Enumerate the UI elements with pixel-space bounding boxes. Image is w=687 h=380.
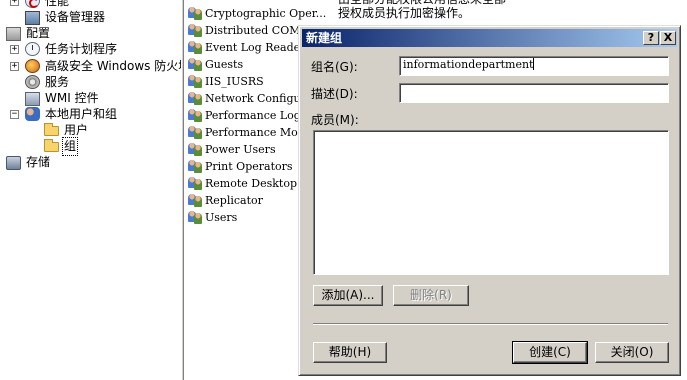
firewall-icon [25, 59, 40, 73]
list-item-name: Performance Log Users [205, 109, 300, 122]
remove-member-button[interactable]: 删除(R) [393, 285, 469, 306]
list-item-name: Remote Desktop Users [205, 177, 300, 190]
collapse-icon[interactable]: − [10, 110, 19, 119]
help-button[interactable]: 帮助(H) [313, 342, 387, 363]
group-name-field[interactable]: informationdepartment [399, 56, 669, 76]
list-item-name: Guests [205, 58, 244, 71]
tree-item-label: 任务计划程序 [45, 42, 118, 56]
group-icon [188, 91, 203, 105]
group-icon [188, 23, 203, 37]
add-member-button[interactable]: 添加(A)... [313, 285, 383, 306]
storage-icon [6, 156, 21, 170]
dialog-titlebar[interactable]: 新建组 ? X [302, 29, 677, 47]
tree-item-label: WMI 控件 [45, 91, 99, 105]
group-icon [188, 176, 203, 190]
group-icon [188, 193, 203, 207]
list-item-name: Network Configuration Operators [205, 92, 300, 105]
dialog-title: 新建组 [306, 31, 343, 45]
list-item-name: Replicator [205, 194, 263, 207]
tree-item-label: 用户 [64, 123, 89, 137]
list-item-name: Users [205, 211, 238, 224]
list-item-name: Power Users [205, 143, 276, 156]
configuration-icon [6, 27, 21, 41]
text-caret [533, 58, 535, 70]
list-item-name: Cryptographic Oper... [205, 7, 327, 20]
performance-icon [25, 0, 40, 8]
tree-item-label: 组 [61, 137, 79, 156]
tree-item-label: 高级安全 Windows 防火墙 [45, 59, 181, 73]
task-scheduler-icon [25, 42, 40, 56]
expand-icon[interactable]: + [10, 0, 19, 6]
list-item-name: Performance Monitor Users [205, 126, 300, 139]
console-tree: + 性能 设备管理器 配置 + 任务计划程序 + 高级安全 Windows 防火… [0, 0, 181, 380]
group-name-value: informationdepartment [403, 58, 534, 71]
group-icon [188, 40, 203, 54]
tree-item-label: 配置 [26, 26, 51, 40]
group-name-label: 组名(G): [311, 60, 358, 74]
close-icon[interactable]: X [660, 31, 676, 45]
list-item-name: Print Operators [205, 160, 293, 173]
services-icon [25, 75, 40, 89]
list-item-name: IIS_IUSRS [205, 75, 264, 88]
local-users-icon [25, 107, 40, 121]
description-field[interactable] [399, 83, 669, 103]
wmi-icon [25, 92, 40, 106]
group-icon [188, 142, 203, 156]
group-icon [188, 6, 203, 20]
tree-item-label: 服务 [45, 75, 70, 89]
tree-item-label: 存储 [26, 155, 51, 169]
expand-icon[interactable]: + [10, 45, 19, 54]
folder-icon [44, 123, 59, 136]
group-icon [188, 57, 203, 71]
tree-item-label: 本地用户和组 [45, 107, 118, 121]
list-item-name: Event Log Readers [205, 41, 300, 54]
device-manager-icon [25, 11, 40, 25]
group-icon [188, 74, 203, 88]
folder-icon [44, 139, 59, 152]
description-label: 描述(D): [311, 87, 358, 101]
tree-item-label: 设备管理器 [45, 10, 106, 24]
group-icon [188, 108, 203, 122]
members-label: 成员(M): [311, 113, 359, 127]
close-button[interactable]: 关闭(O) [595, 342, 669, 363]
help-icon[interactable]: ? [643, 31, 659, 45]
members-list[interactable] [313, 130, 669, 275]
group-icon [188, 210, 203, 224]
group-icon [188, 159, 203, 173]
list-item-desc: 授权成员执行加密操作。 [338, 6, 471, 20]
group-icon [188, 125, 203, 139]
create-button[interactable]: 创建(C) [512, 341, 588, 364]
new-group-dialog: 新建组 ? X 组名(G): informationdepartment 描述(… [298, 25, 681, 376]
expand-icon[interactable]: + [10, 62, 19, 71]
list-item[interactable]: Cryptographic Oper... 授权成员执行加密操作。 [184, 5, 687, 22]
separator [313, 323, 668, 325]
list-item-name: Distributed COM Users [205, 24, 300, 37]
